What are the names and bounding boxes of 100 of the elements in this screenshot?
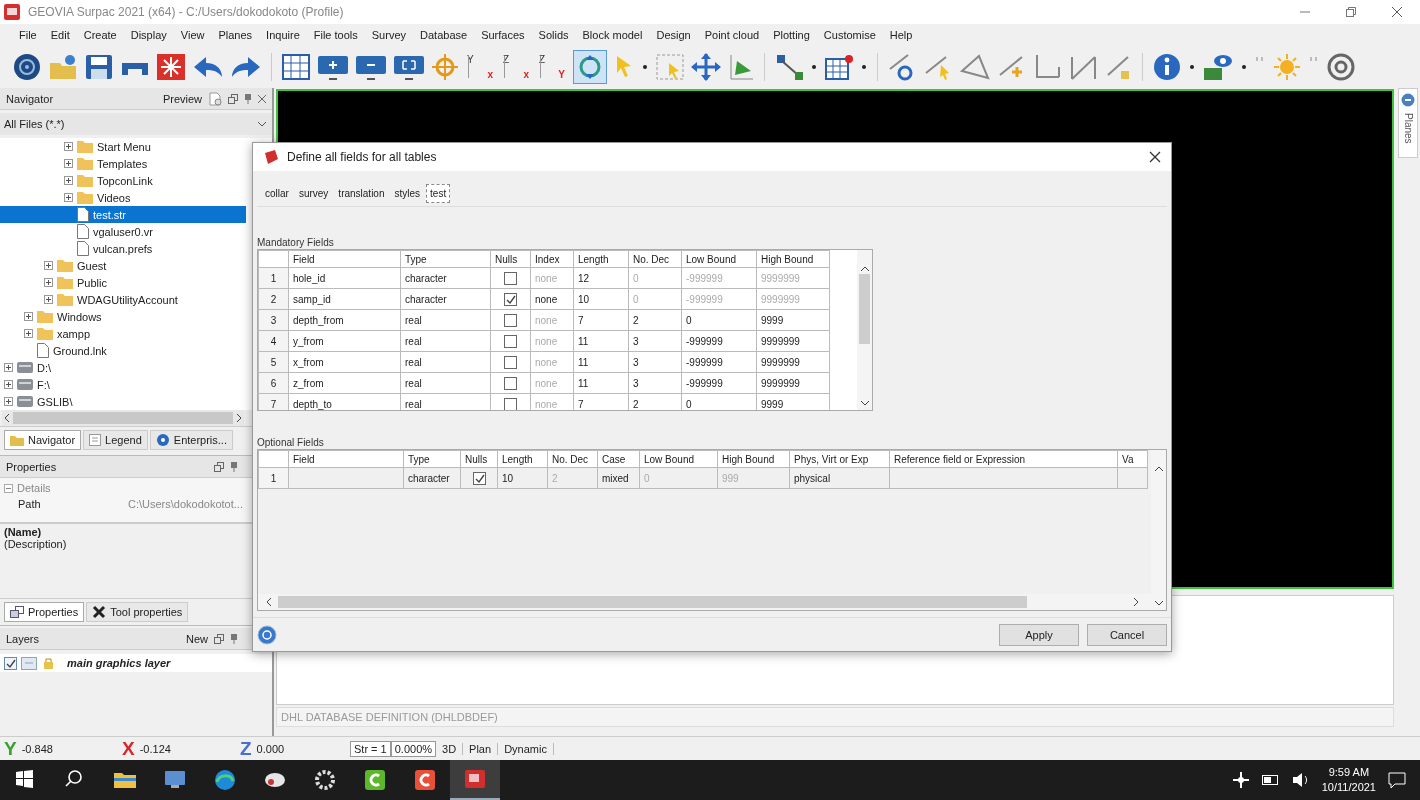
column-header[interactable]: Field [288, 250, 401, 268]
tree-item[interactable]: TopconLink [0, 172, 246, 189]
menu-item[interactable]: Help [882, 29, 920, 41]
table-cell[interactable]: hole_id [288, 267, 401, 289]
table-cell[interactable]: -999999 [681, 372, 757, 394]
table-cell[interactable]: real [400, 309, 491, 331]
dialog-button[interactable]: Apply [999, 623, 1079, 646]
table-cell[interactable]: 10 [497, 467, 548, 489]
column-header[interactable]: Nulls [490, 250, 531, 268]
table-cell[interactable]: character [400, 288, 491, 310]
table-tab[interactable]: collar [261, 184, 293, 204]
table-tab[interactable]: survey [294, 184, 333, 204]
dialog-button[interactable]: Cancel [1087, 623, 1167, 646]
tree-item[interactable]: xampp [0, 325, 246, 342]
menu-item[interactable]: Database [413, 29, 475, 41]
table-cell[interactable]: real [400, 351, 491, 373]
table-cell[interactable]: 9999999 [756, 372, 830, 394]
table-cell[interactable]: 10 [573, 288, 629, 310]
tree-item[interactable]: F:\ [0, 376, 246, 393]
column-header[interactable]: No. Dec [547, 450, 598, 468]
column-header[interactable]: No. Dec [628, 250, 682, 268]
table-cell[interactable]: y_from [288, 330, 401, 352]
table-cell[interactable]: -999999 [681, 330, 757, 352]
preview-label[interactable]: Preview [162, 92, 202, 105]
clock[interactable]: 9:59 AM 10/11/2021 [1321, 765, 1376, 795]
table-cell[interactable]: x_from [288, 351, 401, 373]
planes-tab[interactable]: Planes [1398, 88, 1418, 158]
table-cell[interactable]: physical [789, 467, 890, 489]
table-cell[interactable]: samp_id [288, 288, 401, 310]
column-header[interactable]: Type [403, 450, 461, 468]
table-cell[interactable]: 9999999 [756, 330, 830, 352]
column-header[interactable]: Length [497, 450, 548, 468]
tree-item[interactable]: Start Menu [0, 138, 246, 155]
percent-field[interactable]: 0.000% [390, 740, 437, 757]
tree-item[interactable]: Templates [0, 155, 246, 172]
column-header[interactable]: Reference field or Expression [889, 450, 1118, 468]
table-cell[interactable]: -999999 [681, 351, 757, 373]
table-cell[interactable]: 9999 [756, 309, 830, 331]
menu-item[interactable]: Planes [211, 29, 260, 41]
table-cell[interactable]: 0 [681, 309, 757, 331]
column-header[interactable]: Field [288, 450, 404, 468]
panel-tab[interactable]: Properties [4, 602, 85, 622]
tree-item[interactable]: Windows [0, 308, 246, 325]
table-cell[interactable]: 3 [628, 330, 682, 352]
table-cell[interactable]: 11 [573, 372, 629, 394]
tree-item[interactable]: D:\ [0, 359, 246, 376]
filter-dropdown[interactable]: All Files (*.*) [0, 113, 272, 135]
panel-tab[interactable]: Navigator [4, 430, 82, 450]
table-cell[interactable]: character [403, 467, 461, 489]
table-tab[interactable]: translation [334, 184, 389, 204]
table-cell[interactable]: none [530, 288, 574, 310]
row-header[interactable]: 6 [258, 372, 289, 394]
table-cell[interactable]: 11 [573, 330, 629, 352]
tree-item[interactable]: Guest [0, 257, 246, 274]
view-mode-button[interactable]: Plan [463, 742, 499, 755]
table-cell[interactable]: 9999999 [756, 351, 830, 373]
tree-item[interactable]: GSLIB\ [0, 393, 246, 410]
table-cell[interactable]: real [400, 372, 491, 394]
row-header[interactable]: 3 [258, 309, 289, 331]
menu-item[interactable]: Plotting [766, 29, 817, 41]
menu-item[interactable]: View [173, 29, 212, 41]
view-mode-button[interactable]: Dynamic [498, 742, 554, 755]
column-header[interactable]: Phys, Virt or Exp [789, 450, 890, 468]
column-header[interactable]: High Bound [717, 450, 790, 468]
row-header[interactable]: 1 [258, 267, 289, 289]
column-header[interactable]: Type [400, 250, 491, 268]
column-header[interactable]: Case [597, 450, 640, 468]
table-cell[interactable]: real [400, 330, 491, 352]
menu-item[interactable]: Create [76, 29, 124, 41]
table-cell[interactable]: mixed [597, 467, 640, 489]
row-header[interactable]: 5 [258, 351, 289, 373]
menu-item[interactable]: Display [123, 29, 174, 41]
column-header[interactable]: Length [573, 250, 629, 268]
tree-item[interactable]: vulcan.prefs [0, 240, 246, 257]
panel-tab[interactable]: Enterpris... [149, 430, 233, 450]
table-tab[interactable]: test [426, 184, 451, 204]
menu-item[interactable]: Design [649, 29, 698, 41]
column-header[interactable]: Va [1117, 450, 1148, 468]
panel-tab[interactable]: Legend [83, 430, 148, 450]
tree-item[interactable]: Videos [0, 189, 246, 206]
table-cell[interactable]: depth_from [288, 309, 401, 331]
menu-item[interactable]: Point cloud [697, 29, 767, 41]
column-header[interactable]: High Bound [756, 250, 830, 268]
tree-item[interactable]: test.str [0, 206, 246, 223]
table-cell[interactable]: 3 [628, 351, 682, 373]
table-tab[interactable]: styles [390, 184, 425, 204]
column-header[interactable]: Low Bound [681, 250, 757, 268]
row-header[interactable]: 4 [258, 330, 289, 352]
tree-item[interactable]: Public [0, 274, 246, 291]
table-cell[interactable]: z_from [288, 372, 401, 394]
column-header[interactable]: Nulls [460, 450, 498, 468]
column-header[interactable]: Low Bound [639, 450, 718, 468]
menu-item[interactable]: File tools [306, 29, 365, 41]
tree-item[interactable]: Ground.lnk [0, 342, 246, 359]
column-header[interactable]: Index [530, 250, 574, 268]
new-layer-link[interactable]: New [186, 632, 208, 645]
menu-item[interactable]: Customise [816, 29, 883, 41]
menu-item[interactable]: Solids [531, 29, 576, 41]
menu-item[interactable]: Edit [43, 29, 77, 41]
view-mode-button[interactable]: 3D [436, 742, 464, 755]
